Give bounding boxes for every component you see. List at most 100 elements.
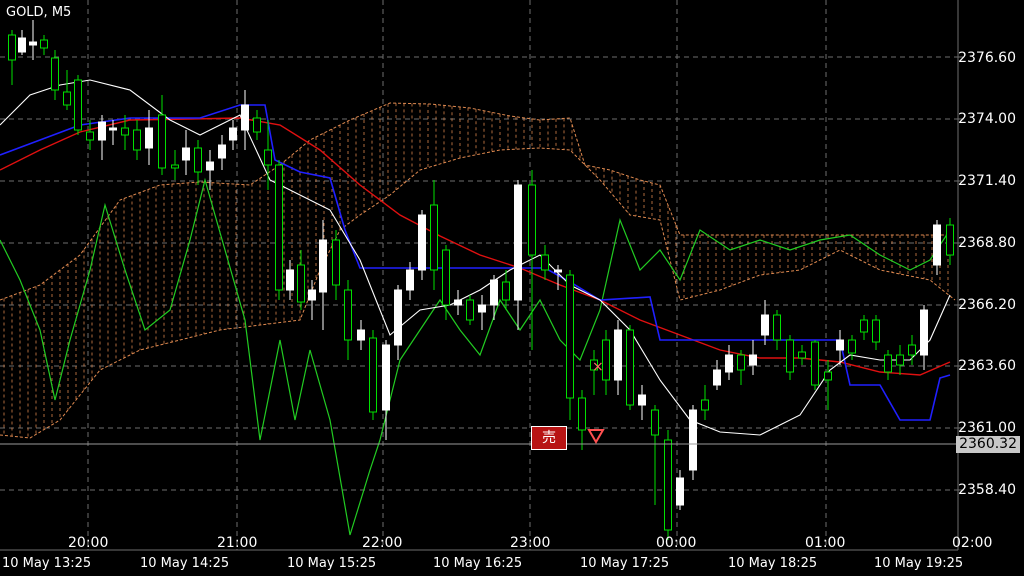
candle-body	[319, 239, 327, 293]
candle-body	[651, 409, 659, 436]
candle-body	[664, 439, 672, 531]
date-tick: 10 May 19:25	[874, 556, 964, 571]
candle-body	[430, 204, 438, 271]
candle-body	[848, 339, 856, 354]
candle-body	[860, 319, 868, 333]
price-tick: 2363.60	[958, 358, 1016, 374]
candle-body	[811, 341, 819, 386]
date-tick: 10 May 14:25	[140, 556, 230, 571]
candle-body	[626, 329, 634, 406]
time-tick: 23:00	[510, 535, 551, 551]
candle-body	[308, 289, 316, 301]
ichimoku-cloud	[0, 102, 956, 439]
candle-body	[946, 224, 954, 256]
candle-body	[836, 339, 844, 351]
price-tick: 2358.40	[958, 482, 1016, 498]
candle-body	[466, 299, 474, 321]
candle-body	[689, 409, 697, 471]
candle-body	[676, 477, 684, 506]
sell-signal-marker: ×	[587, 359, 605, 444]
candle-body	[773, 314, 781, 341]
candle-body	[264, 149, 272, 166]
sell-triangle-icon	[587, 429, 605, 444]
time-tick: 20:00	[68, 535, 109, 551]
time-tick: 21:00	[217, 535, 258, 551]
candle-body	[713, 369, 721, 386]
price-tick: 2376.60	[958, 50, 1016, 66]
candle-body	[896, 354, 904, 366]
candle-body	[798, 351, 806, 359]
time-tick: 22:00	[362, 535, 403, 551]
candle-body	[737, 354, 745, 371]
symbol-label: GOLD, M5	[6, 5, 72, 20]
candle-body	[133, 129, 141, 151]
price-tick: 2371.40	[958, 173, 1016, 189]
chikou-span-line	[0, 177, 951, 536]
date-tick: 10 May 17:25	[580, 556, 670, 571]
candle-body	[18, 37, 26, 53]
price-tick: 2366.20	[958, 297, 1016, 313]
candle-body	[74, 79, 82, 131]
candle-body	[749, 354, 757, 366]
candle-body	[638, 394, 646, 406]
cloud-span-a	[0, 102, 955, 301]
candle-body	[253, 117, 261, 133]
candle-body	[286, 269, 294, 291]
candle-body	[541, 254, 549, 271]
candle-body	[275, 164, 283, 291]
candle-body	[554, 269, 562, 273]
candle-body	[406, 269, 414, 291]
price-chart[interactable]: ×	[0, 0, 1024, 576]
candle-body	[382, 344, 390, 411]
candle-body	[109, 127, 117, 131]
price-tick: 2368.80	[958, 235, 1016, 251]
candle-body	[369, 337, 377, 413]
candle-body	[418, 214, 426, 271]
candle-body	[614, 329, 622, 381]
date-tick: 10 May 15:25	[287, 556, 377, 571]
candle-body	[761, 314, 769, 336]
candle-body	[933, 224, 941, 266]
date-tick: 10 May 16:25	[433, 556, 523, 571]
candle-body	[478, 304, 486, 313]
candle-body	[786, 339, 794, 373]
candle-body	[824, 371, 832, 381]
tenkan-line	[0, 79, 951, 436]
candle-body	[29, 41, 37, 46]
date-tick: 10 May 13:25	[2, 556, 92, 571]
candle-body	[490, 279, 498, 306]
time-tick: 02:00	[952, 535, 993, 551]
candle-body	[218, 144, 226, 159]
candle-body	[454, 299, 462, 306]
candle-body	[182, 147, 190, 161]
time-tick: 01:00	[805, 535, 846, 551]
price-tick: 2374.00	[958, 111, 1016, 127]
candle-body	[98, 121, 106, 141]
candle-body	[442, 249, 450, 306]
price-tick: 2361.00	[958, 420, 1016, 436]
date-tick: 10 May 18:25	[728, 556, 818, 571]
candlesticks	[8, 20, 954, 540]
candle-body	[872, 319, 880, 343]
candle-body	[566, 274, 574, 399]
candle-body	[86, 131, 94, 141]
candle-body	[121, 127, 129, 136]
candle-body	[502, 281, 510, 301]
candle-body	[908, 344, 916, 356]
candle-body	[528, 184, 536, 256]
candle-body	[40, 39, 48, 49]
candle-body	[357, 329, 365, 341]
candle-body	[8, 34, 16, 61]
candle-body	[701, 399, 709, 411]
candle-body	[578, 397, 586, 431]
candle-body	[297, 264, 305, 303]
candle-body	[394, 289, 402, 346]
kijun-line	[0, 104, 951, 421]
candle-body	[920, 309, 928, 356]
candle-body	[332, 239, 340, 286]
sell-order-badge[interactable]: 売	[531, 426, 567, 450]
candle-body	[241, 104, 249, 131]
candle-body	[194, 147, 202, 173]
candle-body	[725, 354, 733, 373]
time-tick: 00:00	[656, 535, 697, 551]
